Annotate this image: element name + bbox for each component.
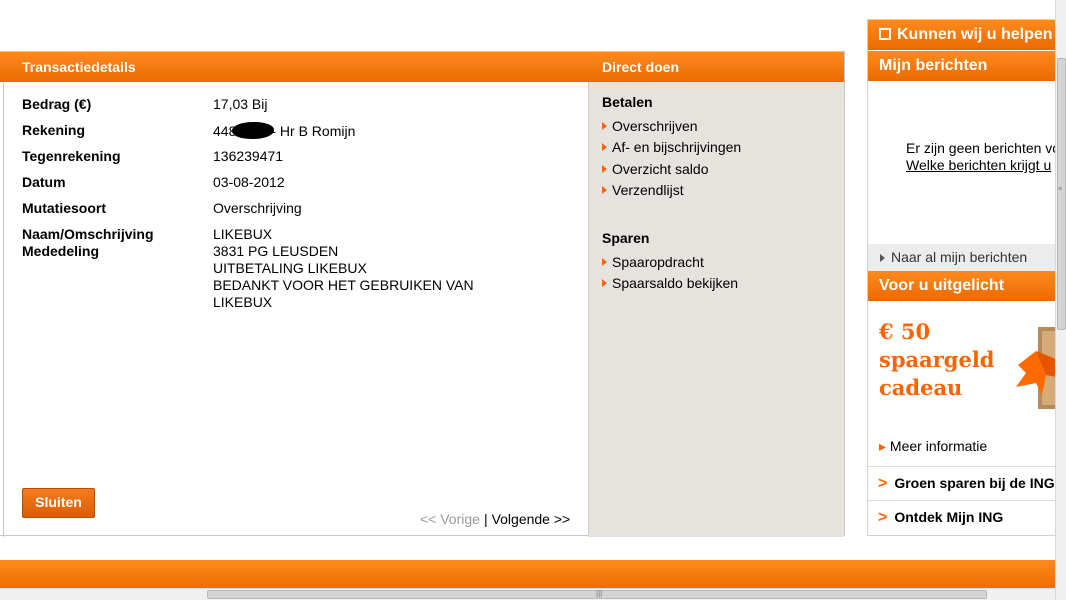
field-label: Datum [22, 174, 66, 190]
field-label: Mutatiesoort [22, 200, 106, 216]
triangle-right-icon [880, 254, 885, 262]
promo-line: € 50 [879, 319, 931, 344]
field-label: Tegenrekening [22, 148, 121, 164]
account-holder: - Hr B Romijn [271, 123, 356, 139]
direct-doen-sidebar: Betalen Overschrijven Af- en bijschrijvi… [588, 82, 844, 537]
close-button[interactable]: Sluiten [22, 488, 95, 518]
messages-info-link[interactable]: Welke berichten krijgt u [906, 157, 1051, 173]
link-af-bijschrijvingen[interactable]: Af- en bijschrijvingen [602, 139, 741, 155]
discover-ing-link[interactable]: > Ontdek Mijn ING [868, 500, 1056, 534]
grip-icon: ||| [596, 589, 603, 598]
right-column: Kunnen wij u helpen Mijn berichten Er zi… [867, 19, 1060, 536]
field-label: Naam/Omschrijving Mededeling [22, 226, 154, 260]
scroll-thumb[interactable] [1057, 58, 1066, 330]
description-line: LIKEBUX [213, 226, 273, 242]
arrow-right-icon [602, 165, 607, 173]
messages-header: Mijn berichten [868, 51, 1056, 81]
field-label-line: Mededeling [22, 243, 100, 259]
messages-empty-text: Er zijn geen berichten vo [906, 140, 1061, 156]
field-value: Overschrijving [213, 200, 302, 216]
field-label: Rekening [22, 122, 86, 138]
section-title-betalen: Betalen [602, 94, 653, 110]
description-line: LIKEBUX [213, 294, 273, 310]
transaction-details-panel: Transactiedetails Direct doen Bedrag (€)… [0, 51, 845, 537]
link-overschrijven[interactable]: Overschrijven [602, 118, 698, 134]
messages-body: Er zijn geen berichten vo Welke berichte… [906, 140, 1060, 174]
chevron-right-icon: > [878, 509, 888, 526]
all-messages-link[interactable]: Naar al mijn berichten [868, 244, 1056, 271]
arrow-right-icon: ▸ [879, 438, 887, 454]
arrow-right-icon [602, 122, 607, 130]
pager: << Vorige | Volgende >> [420, 511, 570, 527]
field-value: 17,03 Bij [213, 96, 268, 112]
field-value: 448- Hr B Romijn [213, 122, 355, 140]
pager-separator: | [483, 511, 488, 527]
chevron-right-icon: > [878, 475, 888, 492]
arrow-right-icon [602, 186, 607, 194]
redaction-blot [232, 122, 275, 139]
help-header[interactable]: Kunnen wij u helpen [868, 20, 1056, 50]
footer-bar [0, 560, 1055, 588]
link-verzendlijst[interactable]: Verzendlijst [602, 182, 684, 198]
gift-icon [1016, 325, 1056, 411]
help-title: Kunnen wij u helpen [897, 26, 1053, 43]
previous-link: << Vorige [420, 511, 480, 527]
popup-icon [879, 28, 891, 40]
link-spaarsaldo-bekijken[interactable]: Spaarsaldo bekijken [602, 275, 738, 291]
green-savings-link[interactable]: > Groen sparen bij de ING [868, 466, 1056, 500]
transaction-details-title: Transactiedetails [22, 59, 136, 75]
field-label-line: Naam/Omschrijving [22, 226, 154, 242]
panel-edge [0, 82, 4, 537]
arrow-right-icon [602, 143, 607, 151]
more-info-link[interactable]: ▸ Meer informatie [879, 438, 987, 455]
description-line: BEDANKT VOOR HET GEBRUIKEN VAN [213, 277, 474, 293]
next-link[interactable]: Volgende >> [492, 511, 571, 527]
description-line: UITBETALING LIKEBUX [213, 260, 367, 276]
direct-doen-title: Direct doen [602, 59, 680, 75]
promo-line: cadeau [879, 375, 963, 400]
vertical-scrollbar[interactable]: ≡ [1055, 0, 1066, 600]
description-line: 3831 PG LEUSDEN [213, 243, 339, 259]
arrow-right-icon [602, 279, 607, 287]
promo-line: spaargeld [879, 347, 995, 372]
horizontal-scrollbar[interactable]: ||| [0, 588, 1055, 600]
promo-header: Voor u uitgelicht [868, 271, 1056, 301]
grip-icon: ≡ [1058, 186, 1063, 193]
section-title-sparen: Sparen [602, 230, 650, 246]
field-label: Bedrag (€) [22, 96, 92, 112]
field-value: 03-08-2012 [213, 174, 285, 190]
panel-header: Transactiedetails Direct doen [0, 52, 844, 82]
promo-text[interactable]: € 50 spaargeld cadeau [879, 318, 995, 402]
field-value: 136239471 [213, 148, 284, 164]
link-spaaropdracht[interactable]: Spaaropdracht [602, 254, 704, 270]
arrow-right-icon [602, 258, 607, 266]
field-value: LIKEBUX 3831 PG LEUSDEN UITBETALING LIKE… [213, 226, 474, 311]
link-overzicht-saldo[interactable]: Overzicht saldo [602, 161, 708, 177]
